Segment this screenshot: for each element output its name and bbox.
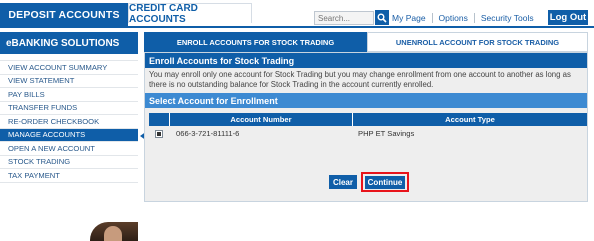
account-type-cell: PHP ET Savings [358,129,415,138]
sidebar-menu: VIEW ACCOUNT SUMMARY VIEW STATEMENT PAY … [0,60,147,183]
sidebar-item-view-statement[interactable]: VIEW STATEMENT [0,75,138,88]
clear-button[interactable]: Clear [329,175,357,189]
logout-button[interactable]: Log Out [548,10,588,25]
search-button[interactable] [375,10,389,25]
radio-selected-dot [157,131,161,136]
account-number-cell: 066-3-721-81111-6 [176,129,240,138]
sidebar-item-stock-trading[interactable]: STOCK TRADING [0,156,138,169]
sidebar-item-pay-bills[interactable]: PAY BILLS [0,88,138,102]
sidebar-item-view-account-summary[interactable]: VIEW ACCOUNT SUMMARY [0,61,138,75]
sidebar-item-reorder-checkbook[interactable]: RE-ORDER CHECKBOOK [0,115,138,129]
tab-credit-card-accounts[interactable]: CREDIT CARD ACCOUNTS [128,3,252,25]
divider [473,13,475,23]
my-page-link[interactable]: My Page [392,13,426,23]
select-cell [149,129,169,138]
sub-tab-bar: ENROLL ACCOUNTS FOR STOCK TRADING UNENRO… [144,32,588,52]
divider [431,13,433,23]
tab-underline [0,26,594,28]
panel-title: Enroll Accounts for Stock Trading [145,53,587,68]
account-table: Account Number Account Type 066-3-721-81… [149,113,587,141]
sidebar-item-open-new-account[interactable]: OPEN A NEW ACCOUNT [0,142,138,156]
sidebar-item-label: MANAGE ACCOUNTS [8,130,86,140]
sidebar-title: eBANKING SOLUTIONS [0,32,138,54]
enroll-panel: Enroll Accounts for Stock Trading You ma… [144,52,588,202]
tab-enroll-stock-trading[interactable]: ENROLL ACCOUNTS FOR STOCK TRADING [144,32,367,52]
tab-unenroll-stock-trading[interactable]: UNENROLL ACCOUNT FOR STOCK TRADING [367,32,588,52]
options-link[interactable]: Options [439,13,468,23]
header-account-number: Account Number [169,113,352,126]
promo-photo [90,222,138,241]
security-tools-link[interactable]: Security Tools [481,13,534,23]
account-select-radio[interactable] [155,129,163,138]
header-account-type: Account Type [352,113,587,126]
sidebar-item-transfer-funds[interactable]: TRANSFER FUNDS [0,102,138,115]
table-header: Account Number Account Type [149,113,587,126]
continue-highlight: Continue [361,172,409,192]
sidebar-item-manage-accounts[interactable]: MANAGE ACCOUNTS [0,128,147,142]
search-icon [377,13,387,23]
sidebar: eBANKING SOLUTIONS VIEW ACCOUNT SUMMARY … [0,32,147,241]
continue-button[interactable]: Continue [365,175,405,189]
header-links: My Page Options Security Tools [392,12,534,24]
header-select-column [149,113,169,126]
tab-deposit-accounts[interactable]: DEPOSIT ACCOUNTS [0,3,128,27]
top-tab-bar: DEPOSIT ACCOUNTS CREDIT CARD ACCOUNTS My… [0,0,594,28]
table-row[interactable]: 066-3-721-81111-6 PHP ET Savings [149,126,587,141]
enrollment-notice: You may enroll only one account for Stoc… [149,70,571,89]
search-input[interactable] [314,11,374,25]
action-bar: Clear Continue [145,172,587,192]
select-account-heading: Select Account for Enrollment [145,93,587,108]
sidebar-item-tax-payment[interactable]: TAX PAYMENT [0,169,138,183]
main-content: ENROLL ACCOUNTS FOR STOCK TRADING UNENRO… [144,32,588,202]
